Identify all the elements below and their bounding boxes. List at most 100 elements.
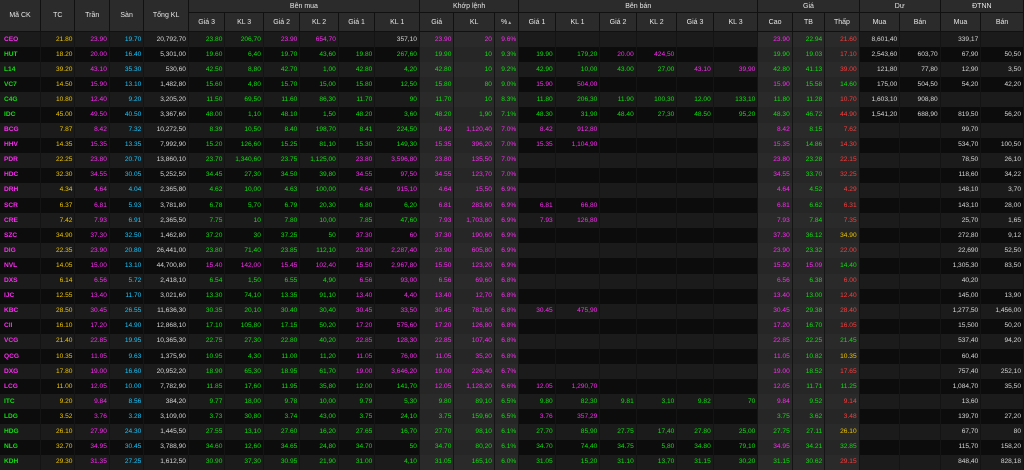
cell-match-vol: 123,20	[453, 258, 495, 274]
table-row[interactable]: HDG 26.10 27.90 24.30 1,445,50 27.55 13,10 27.6…	[0, 424, 1024, 440]
table-row[interactable]: LDG 3.52 3.76 3.28 3,109,00 3.73 30,80 3.74 43,0…	[0, 409, 1024, 425]
col-foreign-buy[interactable]: Mua	[940, 12, 982, 32]
table-row[interactable]: DXG 17.80 19.00 16.60 20,952,20 18.90 65,30 18.…	[0, 364, 1024, 380]
col-bid-price-2[interactable]: Giá 2	[263, 12, 301, 32]
table-row[interactable]: IDC 45.00 49.50 40.50 3,367,60 48.00 1,10 48.10…	[0, 107, 1024, 123]
cell-symbol[interactable]: NLG	[0, 439, 42, 455]
cell-symbol[interactable]: DIG	[0, 243, 42, 259]
table-row[interactable]: DXS 6.14 6.56 5.72 2,418,10 6.54 1,50 6.55 4,90 6…	[0, 273, 1024, 289]
table-row[interactable]: LCG 11.00 12.05 10.00 7,782,90 11.85 17,60 11.9…	[0, 379, 1024, 395]
cell-match-vol: 135,50	[453, 152, 495, 168]
cell-symbol[interactable]: HUT	[0, 47, 42, 63]
cell-symbol[interactable]: IJC	[0, 288, 42, 304]
table-row[interactable]: IJC 12.55 13.40 11.70 3,021,60 13.30 74,10 13.3…	[0, 288, 1024, 304]
col-high[interactable]: Cao	[757, 12, 793, 32]
table-row[interactable]: VCG 21.40 22.85 19.95 10,365,30 22.75 27,30 22.…	[0, 333, 1024, 349]
col-average[interactable]: TB	[792, 12, 826, 32]
table-row[interactable]: NVL 14.05 15.00 13.10 44,700,80 15.40 142,00 15…	[0, 258, 1024, 274]
cell-symbol[interactable]: NVL	[0, 258, 42, 274]
cell-symbol[interactable]: HDG	[0, 424, 42, 440]
cell-symbol[interactable]: SCR	[0, 198, 42, 214]
col-ask-price-2[interactable]: Giá 2	[599, 12, 637, 32]
col-bid-vol-3[interactable]: KL 3	[224, 12, 264, 32]
cell-symbol[interactable]: DXG	[0, 364, 42, 380]
col-bid-price-1[interactable]: Giá 1	[338, 12, 376, 32]
col-ask-vol-3[interactable]: KL 3	[713, 12, 759, 32]
cell-foreign-sell: 26,10	[980, 152, 1024, 168]
col-low[interactable]: Thấp	[824, 12, 860, 32]
cell-ask-price-1	[518, 364, 556, 380]
col-match-pct[interactable]: %▲	[494, 12, 520, 32]
col-rem-sell[interactable]: Bán	[899, 12, 941, 32]
cell-symbol[interactable]: KBC	[0, 303, 42, 319]
cell-symbol[interactable]: HHV	[0, 137, 42, 153]
cell-symbol[interactable]: CRE	[0, 213, 42, 229]
col-symbol[interactable]: Mã CK	[0, 0, 42, 32]
col-rem-buy[interactable]: Mua	[859, 12, 901, 32]
table-row[interactable]: QCG 10.35 11.05 9.63 1,375,90 10.95 4,30 11.00 1…	[0, 348, 1024, 365]
cell-symbol[interactable]: C4G	[0, 92, 42, 108]
cell-symbol[interactable]: HDC	[0, 167, 42, 183]
sort-up-icon[interactable]: ▲	[507, 20, 512, 26]
cell-high: 19.90	[757, 47, 793, 63]
col-bid-vol-2[interactable]: KL 2	[299, 12, 339, 32]
cell-symbol[interactable]: CII	[0, 318, 42, 334]
cell-symbol[interactable]: LCG	[0, 379, 42, 395]
col-match-price[interactable]: Giá	[419, 12, 455, 32]
col-ceiling[interactable]: Trần	[74, 0, 110, 32]
cell-symbol[interactable]: LDG	[0, 409, 42, 425]
table-row[interactable]: HHV 14.35 15.35 13.35 7,992,90 15.20 126,60 15.…	[0, 137, 1024, 153]
cell-symbol[interactable]: VCG	[0, 333, 42, 349]
table-row[interactable]: HDC 32.30 34.55 30.05 5,252,50 34.45 27,30 34.5…	[0, 167, 1024, 183]
cell-symbol[interactable]: IDC	[0, 107, 42, 123]
col-bid-price-3[interactable]: Giá 3	[188, 12, 226, 32]
col-ask-price-1[interactable]: Giá 1	[518, 12, 556, 32]
table-row[interactable]: CEO 21.80 23.90 19.70 20,792,70 23.80 206,70 23…	[0, 31, 1024, 48]
cell-symbol[interactable]: BCG	[0, 122, 42, 138]
cell-rem-buy	[859, 424, 901, 440]
table-row[interactable]: L14 39.20 43.10 35.30 530,60 42.50 8,80 42.70 1,…	[0, 62, 1024, 78]
table-row[interactable]: HUT 18.20 20.00 16.40 5,301,00 19.60 6,40 19.70…	[0, 47, 1024, 63]
cell-symbol[interactable]: L14	[0, 62, 42, 78]
cell-bid-price-2: 30.40	[263, 303, 301, 319]
table-row[interactable]: KBC 28.50 30.45 26.55 11,636,30 30.35 20,10 30.…	[0, 303, 1024, 319]
table-row[interactable]: KDH 29.30 31.35 27.25 1,612,50 30.90 37,30 30.9…	[0, 454, 1024, 470]
cell-symbol[interactable]: QCG	[0, 348, 42, 365]
table-row[interactable]: PDR 22.25 23.80 20.70 13,860,10 23.70 1,340,60…	[0, 152, 1024, 168]
table-row[interactable]: DIG 22.35 23.90 20.80 26,441,00 23.80 71,40 23.…	[0, 243, 1024, 259]
cell-match-pct: 6.8%	[494, 303, 520, 319]
cell-symbol[interactable]: ITC	[0, 394, 42, 410]
table-row[interactable]: C4G 10.80 12.40 9.20 3,205,20 11.50 69,50 11.60…	[0, 92, 1024, 108]
col-total-volume[interactable]: Tổng KL	[143, 0, 189, 32]
table-row[interactable]: ITC 9.20 9.84 8.56 384,20 9.77 18,00 9.78 10,00 9…	[0, 394, 1024, 410]
table-row[interactable]: BCG 7.87 8.42 7.32 10,272,50 8.39 10,50 8.40 198…	[0, 122, 1024, 138]
col-bid-vol-1[interactable]: KL 1	[374, 12, 420, 32]
table-row[interactable]: CRE 7.42 7.93 6.91 2,365,50 7.75 10 7.80 10,00 7.…	[0, 213, 1024, 229]
cell-total-volume: 530,60	[143, 62, 189, 78]
col-foreign-sell[interactable]: Bán	[980, 12, 1024, 32]
cell-symbol[interactable]: DXS	[0, 273, 42, 289]
table-row[interactable]: SZC 34.90 37.30 32.50 1,462,80 37.20 30 37.25 50…	[0, 228, 1024, 244]
cell-low: 3.48	[824, 409, 860, 425]
cell-foreign-buy: 15,500	[940, 318, 982, 334]
table-row[interactable]: SCR 6.37 6.81 5.93 3,781,80 6.78 5,70 6.79 20,30…	[0, 198, 1024, 214]
cell-ask-vol-2: 100,30	[636, 92, 678, 108]
col-ask-vol-2[interactable]: KL 2	[636, 12, 678, 32]
cell-symbol[interactable]: DRH	[0, 182, 42, 199]
table-row[interactable]: CII 16.10 17.20 14.90 12,868,10 17.10 105,80 17…	[0, 318, 1024, 334]
cell-match-vol: 107,40	[453, 333, 495, 349]
cell-ref: 32.30	[40, 167, 76, 183]
col-match-vol[interactable]: KL	[453, 12, 495, 32]
table-row[interactable]: NLG 32.70 34.95 30.45 3,788,90 34.60 12,60 34.6…	[0, 439, 1024, 455]
cell-symbol[interactable]: VC7	[0, 77, 42, 93]
col-ask-vol-1[interactable]: KL 1	[555, 12, 601, 32]
table-row[interactable]: DRH 4.34 4.64 4.04 2,365,80 4.62 10,00 4.63 100,…	[0, 182, 1024, 199]
cell-symbol[interactable]: PDR	[0, 152, 42, 168]
col-floor[interactable]: Sàn	[109, 0, 145, 32]
cell-symbol[interactable]: SZC	[0, 228, 42, 244]
cell-symbol[interactable]: KDH	[0, 454, 42, 470]
table-row[interactable]: VC7 14.50 15.90 13.10 1,482,80 15.60 4,80 15.70…	[0, 77, 1024, 93]
col-ref[interactable]: TC	[40, 0, 76, 32]
cell-symbol[interactable]: CEO	[0, 31, 42, 48]
col-ask-price-3[interactable]: Giá 3	[676, 12, 714, 32]
